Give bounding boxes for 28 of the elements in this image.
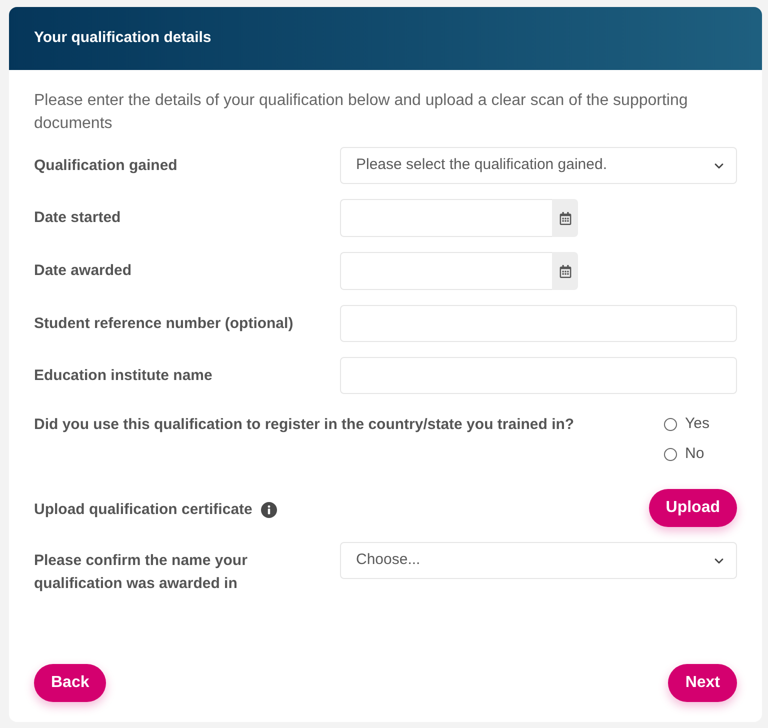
calendar-icon bbox=[558, 264, 572, 278]
calendar-icon bbox=[558, 212, 572, 224]
upload-button[interactable]: Upload bbox=[648, 489, 737, 527]
radio-button[interactable] bbox=[664, 448, 677, 460]
radio-label: No bbox=[685, 444, 704, 464]
calendar-button[interactable] bbox=[552, 252, 578, 290]
field-label: Please confirm the name your qualification was awarded in bbox=[34, 551, 248, 594]
date-field[interactable] bbox=[340, 199, 552, 237]
date-field[interactable] bbox=[340, 252, 552, 290]
text-field[interactable] bbox=[340, 305, 737, 342]
radio-button[interactable] bbox=[664, 418, 677, 430]
field-label: Date awarded bbox=[34, 261, 133, 281]
field-label: Qualification gained bbox=[34, 156, 178, 176]
intro-text: Please enter the details of your qualification below and upload a clear scan of the supporting documents bbox=[34, 91, 689, 134]
field-label: Upload qualification certificate bbox=[34, 500, 252, 520]
radio-label: Yes bbox=[685, 414, 710, 434]
field-label: Student reference number (optional) bbox=[34, 314, 294, 334]
dropdown[interactable]: Please select the qualification gained. bbox=[340, 147, 737, 184]
dropdown[interactable]: Choose... bbox=[340, 542, 737, 579]
field-label: Did you use this qualification to register in the country/state you trained in? bbox=[34, 415, 574, 435]
card-title: Your qualification details bbox=[34, 28, 212, 48]
calendar-button[interactable] bbox=[552, 199, 578, 237]
field-label: Date started bbox=[34, 208, 122, 228]
text-field[interactable] bbox=[340, 357, 737, 394]
info-icon bbox=[261, 502, 278, 518]
next-button[interactable]: Next bbox=[668, 664, 737, 702]
field-label: Education institute name bbox=[34, 366, 214, 386]
back-button[interactable]: Back bbox=[34, 664, 106, 702]
